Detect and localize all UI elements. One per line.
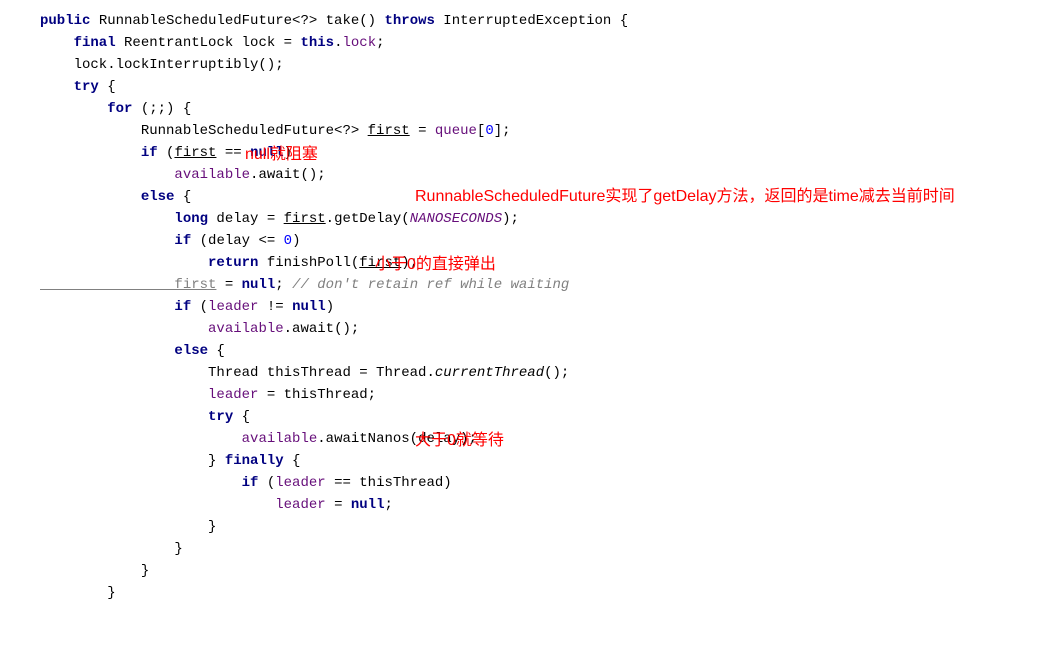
code-line: try {	[40, 76, 1038, 98]
code-line: return finishPoll(first);	[40, 252, 1038, 274]
code-line: leader = thisThread;	[40, 384, 1038, 406]
annotation-lt-zero: 小于0的直接弹出	[375, 254, 496, 276]
code-line: if (leader == thisThread)	[40, 472, 1038, 494]
annotation-getdelay: RunnableScheduledFuture实现了getDelay方法，返回的…	[415, 186, 975, 208]
code-line: }	[40, 516, 1038, 538]
annotation-gt-zero: 大于0就等待	[415, 430, 504, 452]
code-line: final ReentrantLock lock = this.lock;	[40, 32, 1038, 54]
code-line: if (first == null)	[40, 142, 1038, 164]
code-line: } finally {	[40, 450, 1038, 472]
code-line: }	[40, 582, 1038, 604]
code-line: leader = null;	[40, 494, 1038, 516]
code-line: if (leader != null)	[40, 296, 1038, 318]
code-line: Thread thisThread = Thread.currentThread…	[40, 362, 1038, 384]
annotation-null-block: null就阻塞	[245, 144, 318, 166]
code-line: RunnableScheduledFuture<?> first = queue…	[40, 120, 1038, 142]
code-line: long delay = first.getDelay(NANOSECONDS)…	[40, 208, 1038, 230]
code-line: }	[40, 538, 1038, 560]
code-line: for (;;) {	[40, 98, 1038, 120]
comment: // don't retain ref while waiting	[292, 277, 569, 293]
code-line: }	[40, 560, 1038, 582]
code-line: available.awaitNanos(delay);	[40, 428, 1038, 450]
code-line: available.await();	[40, 164, 1038, 186]
code-line: try {	[40, 406, 1038, 428]
code-line: if (delay <= 0)	[40, 230, 1038, 252]
code-line: available.await();	[40, 318, 1038, 340]
code-line: public RunnableScheduledFuture<?> take()…	[40, 10, 1038, 32]
keyword-throws: throws	[384, 13, 434, 29]
keyword-public: public	[40, 13, 90, 29]
code-line: first = null; // don't retain ref while …	[40, 274, 1038, 296]
code-line: else {	[40, 340, 1038, 362]
code-line: lock.lockInterruptibly();	[40, 54, 1038, 76]
